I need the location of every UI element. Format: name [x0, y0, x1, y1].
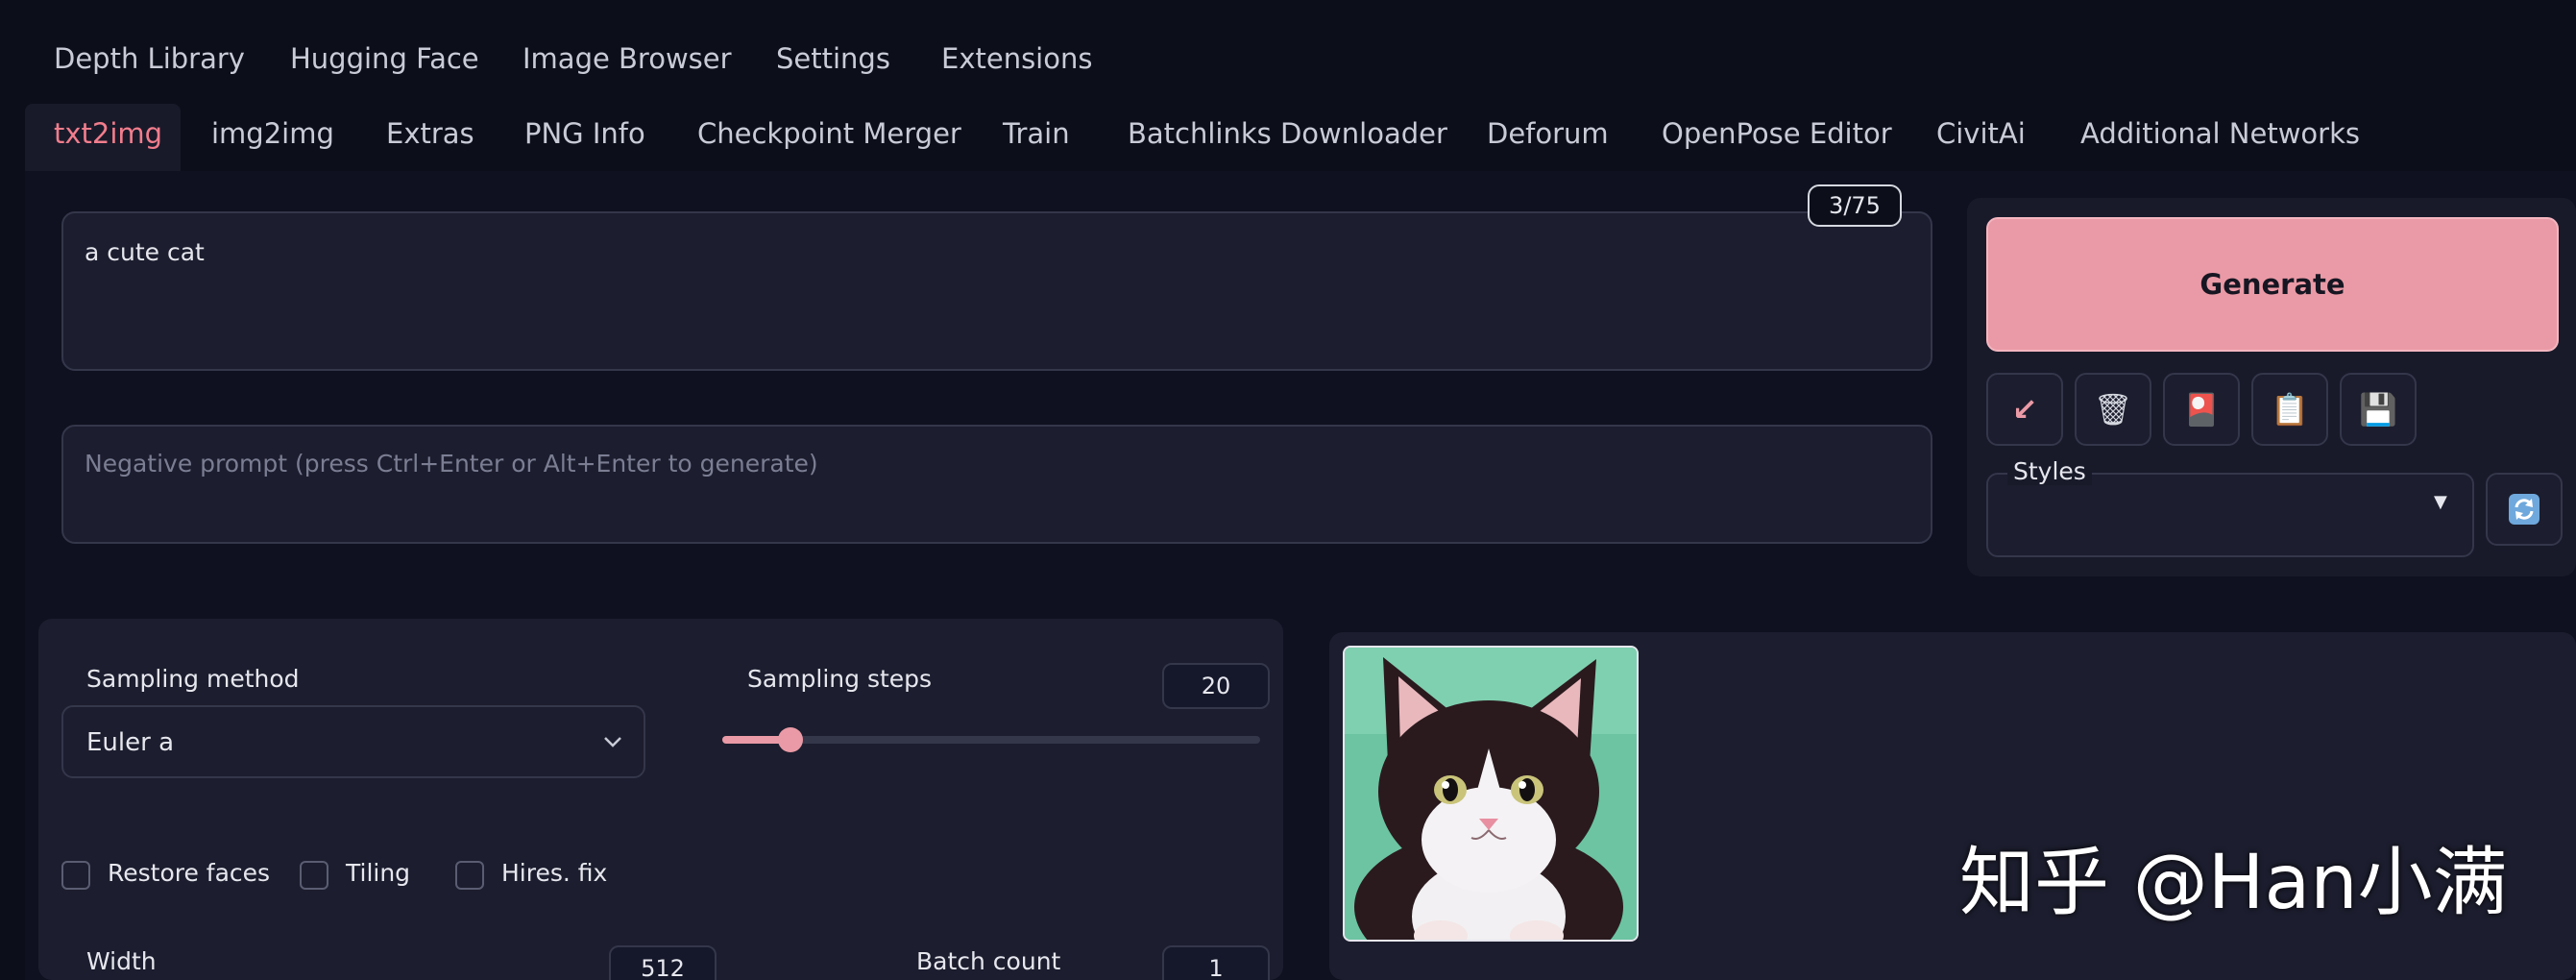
tab-hugging-face[interactable]: Hugging Face — [290, 42, 479, 75]
sampling-method-label: Sampling method — [86, 665, 300, 693]
width-label: Width — [86, 947, 157, 975]
caret-down-icon[interactable]: ▼ — [2434, 492, 2447, 512]
refresh-icon[interactable] — [2486, 473, 2563, 546]
batch-count-input[interactable]: 1 — [1162, 945, 1270, 980]
tab-batchlinks-downloader[interactable]: Batchlinks Downloader — [1128, 117, 1447, 150]
generate-button[interactable]: Generate — [1986, 217, 2559, 352]
tab-openpose-editor[interactable]: OpenPose Editor — [1662, 117, 1892, 150]
trash-icon[interactable]: 🗑 — [2075, 373, 2151, 446]
clipboard-icon[interactable]: 📋 — [2251, 373, 2328, 446]
styles-label: Styles — [2007, 457, 2092, 485]
sampling-steps-input[interactable]: 20 — [1162, 663, 1270, 709]
tiling-label: Tiling — [346, 859, 411, 887]
tab-extras[interactable]: Extras — [386, 117, 474, 150]
prompt-text: a cute cat — [85, 238, 205, 266]
card-icon[interactable]: 🎴 — [2163, 373, 2240, 446]
watermark: 知乎 @Han小满 — [1959, 840, 2508, 926]
restore-faces-label: Restore faces — [108, 859, 271, 887]
hires-fix-label: Hires. fix — [501, 859, 608, 887]
sampling-method-value: Euler a — [86, 728, 175, 757]
prompt-input[interactable]: a cute cat — [61, 211, 1932, 371]
save-icon[interactable]: 💾 — [2340, 373, 2417, 446]
tab-checkpoint-merger[interactable]: Checkpoint Merger — [697, 117, 961, 150]
hires-fix-checkbox[interactable] — [455, 861, 484, 890]
tab-civitai[interactable]: CivitAi — [1936, 117, 2026, 150]
tab-deforum[interactable]: Deforum — [1487, 117, 1609, 150]
styles-dropdown[interactable] — [1986, 473, 2474, 557]
sampling-steps-label: Sampling steps — [747, 665, 933, 693]
chevron-down-icon — [604, 737, 621, 747]
tab-txt2img[interactable]: txt2img — [54, 117, 162, 150]
sampling-steps-slider[interactable] — [722, 727, 1260, 752]
tab-extensions[interactable]: Extensions — [941, 42, 1092, 75]
tab-depth-library[interactable]: Depth Library — [54, 42, 245, 75]
tab-additional-networks[interactable]: Additional Networks — [2080, 117, 2360, 150]
tab-image-browser[interactable]: Image Browser — [522, 42, 732, 75]
cat-image — [1345, 648, 1637, 940]
generated-image-thumbnail[interactable] — [1343, 646, 1639, 942]
negative-prompt-input[interactable]: Negative prompt (press Ctrl+Enter or Alt… — [61, 425, 1932, 544]
batch-count-label: Batch count — [916, 947, 1061, 975]
tab-png-info[interactable]: PNG Info — [524, 117, 645, 150]
token-counter: 3/75 — [1808, 184, 1902, 227]
negative-prompt-placeholder: Negative prompt (press Ctrl+Enter or Alt… — [85, 450, 818, 478]
restore-faces-checkbox[interactable] — [61, 861, 90, 890]
tab-settings[interactable]: Settings — [776, 42, 890, 75]
sampling-method-select[interactable]: Euler a — [61, 705, 645, 778]
tab-train[interactable]: Train — [1003, 117, 1070, 150]
tiling-checkbox[interactable] — [300, 861, 328, 890]
width-input[interactable]: 512 — [609, 945, 717, 980]
tab-img2img[interactable]: img2img — [211, 117, 334, 150]
arrow-down-left-icon[interactable]: ↙ — [1986, 373, 2063, 446]
